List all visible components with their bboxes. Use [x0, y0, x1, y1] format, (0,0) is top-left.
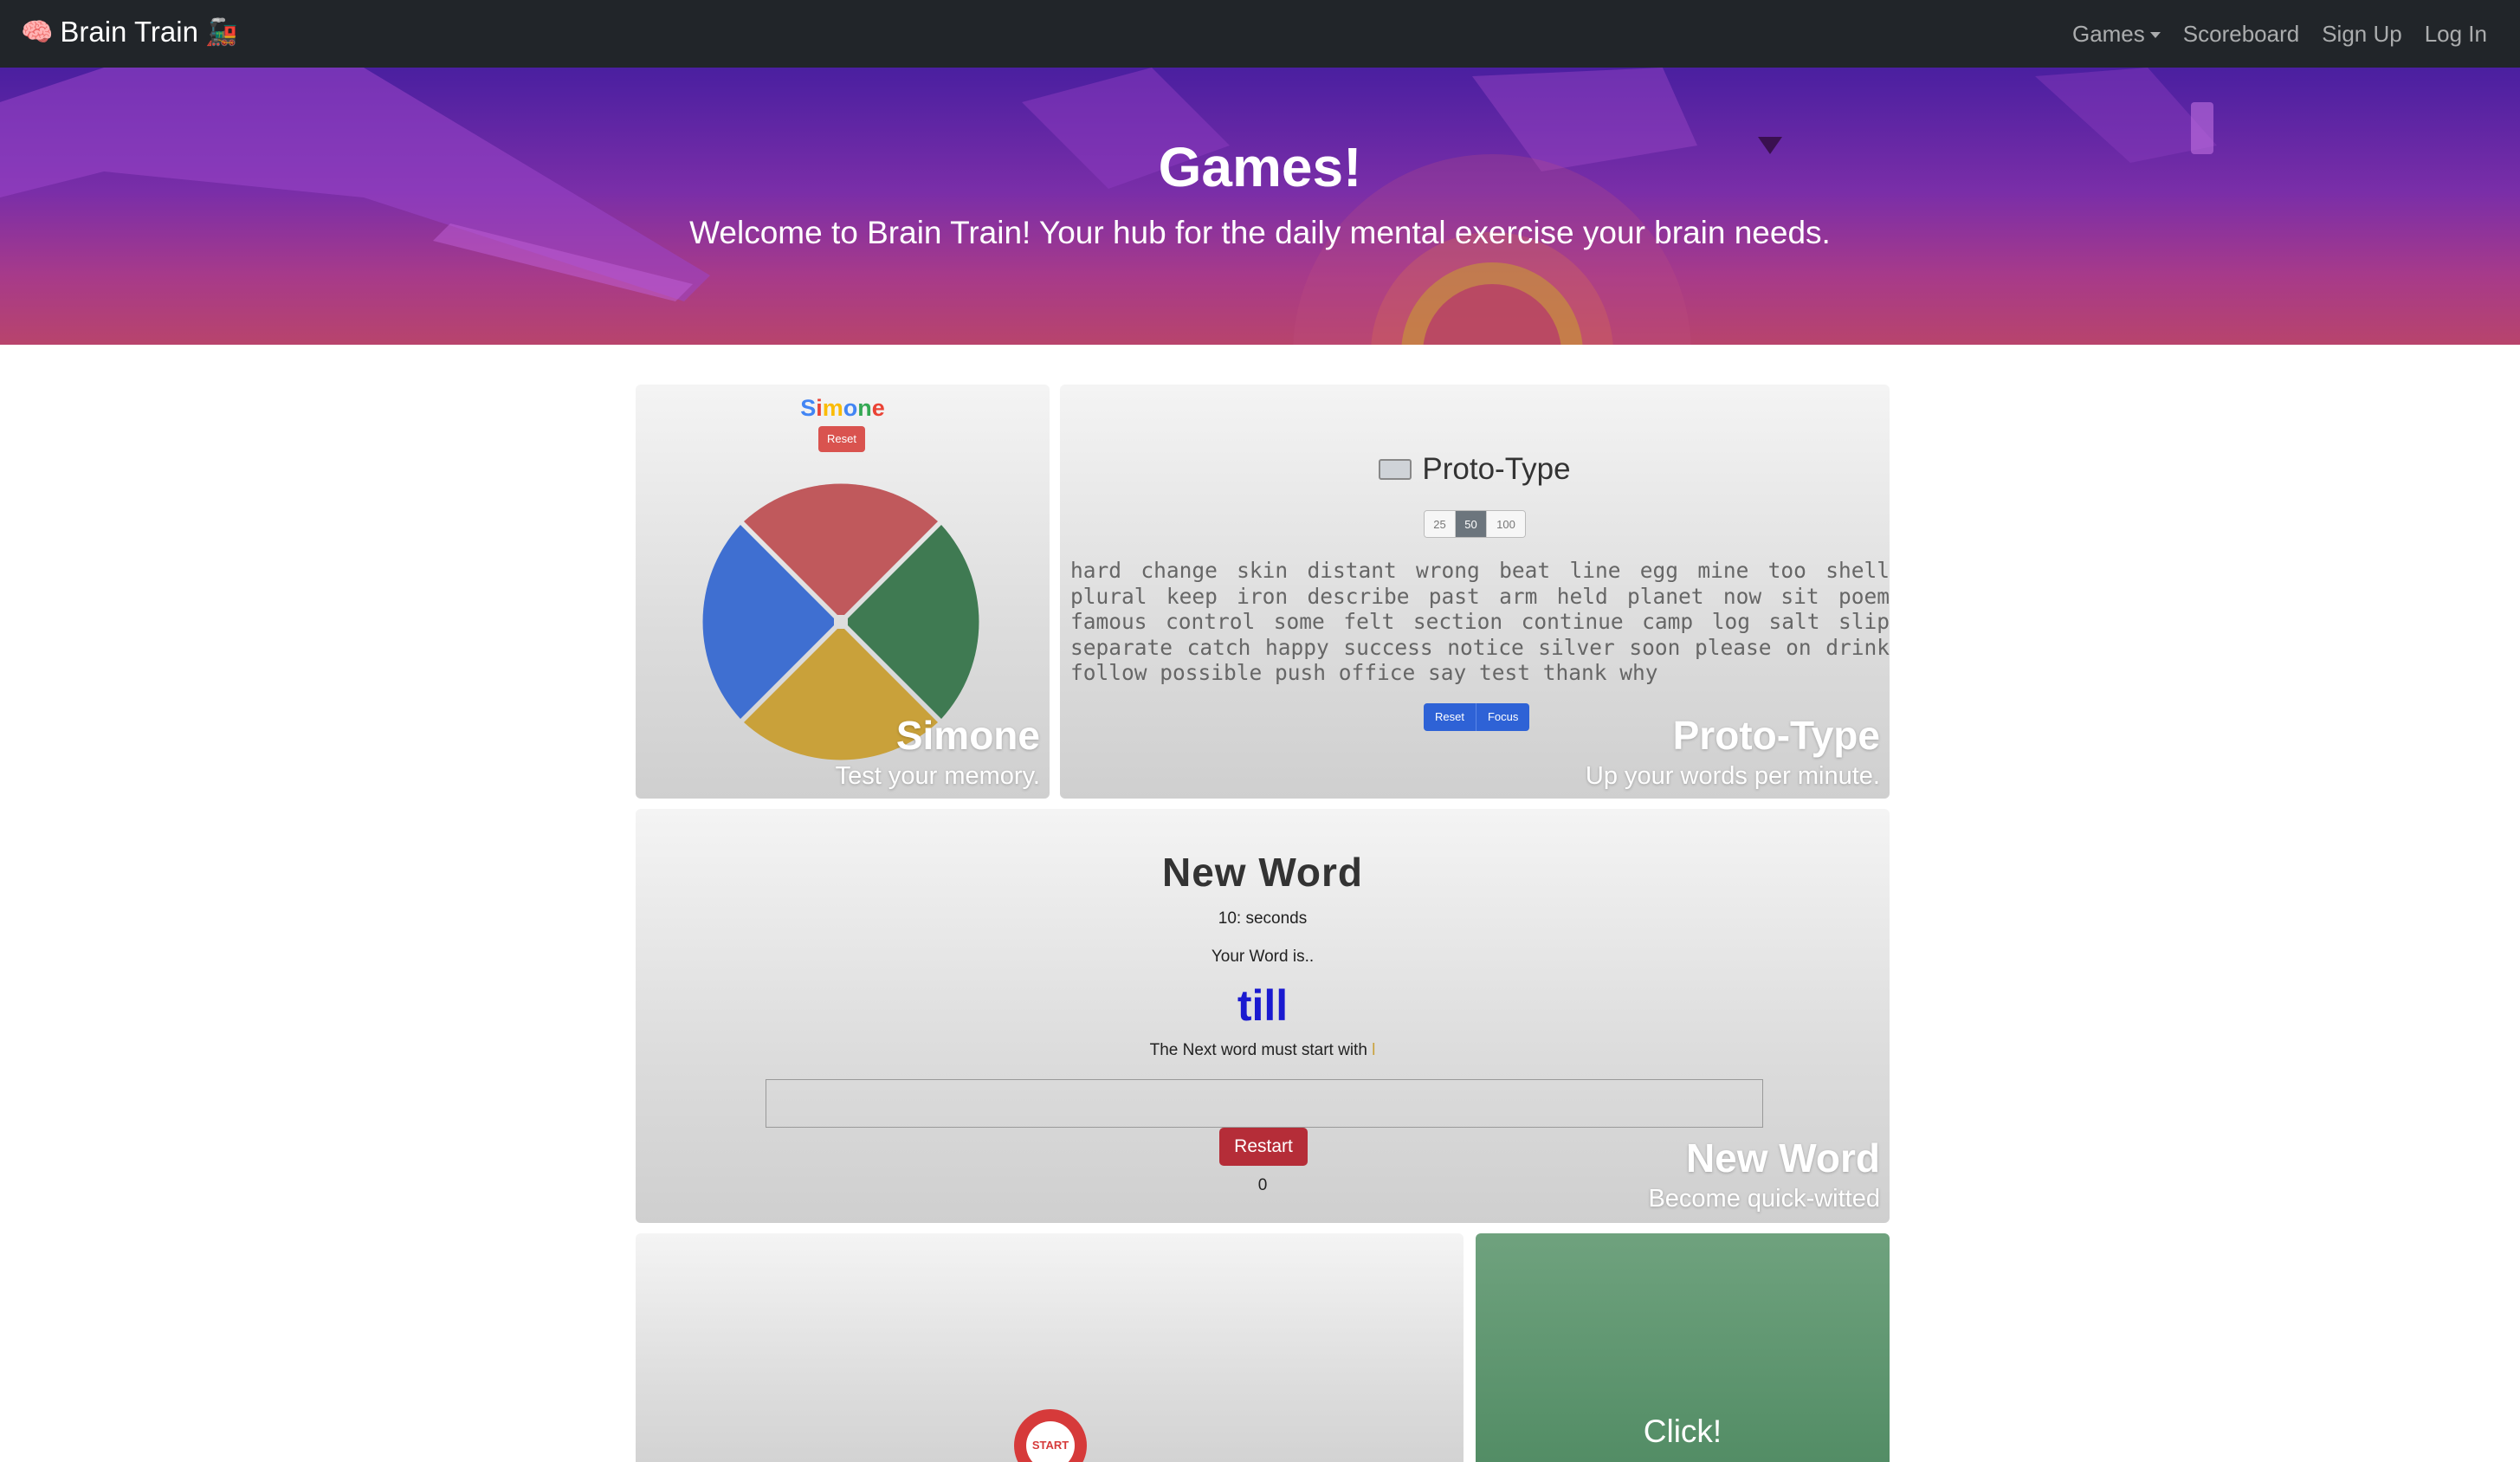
- word-line: famous control some felt section continu…: [1070, 609, 1890, 634]
- prototype-card-title: Proto-Type: [1672, 713, 1880, 758]
- brand-name: Brain Train: [60, 16, 198, 48]
- prototype-card[interactable]: Proto-Type 25 50 100 hard change skin di…: [1060, 385, 1890, 799]
- brand-link[interactable]: 🧠 Brain Train 🚂: [21, 16, 237, 49]
- word-line: plural keep iron describe past arm held …: [1070, 583, 1890, 609]
- nav-sign-up[interactable]: Sign Up: [2322, 21, 2402, 48]
- newword-card-subtitle: Become quick-witted: [1648, 1185, 1880, 1213]
- reaction-start-button[interactable]: START: [1014, 1409, 1087, 1462]
- keyboard-icon: [1379, 459, 1412, 480]
- typing-word-list[interactable]: hard change skin distant wrong beat line…: [1070, 558, 1890, 686]
- word-count-100[interactable]: 100: [1487, 511, 1525, 537]
- newword-next-hint: The Next word must start with l: [636, 1041, 1890, 1060]
- newword-input[interactable]: [766, 1079, 1763, 1128]
- prototype-focus-button[interactable]: Focus: [1475, 703, 1530, 731]
- nav-games-dropdown[interactable]: Games: [2072, 21, 2161, 48]
- brain-icon: 🧠: [21, 17, 54, 47]
- word-count-25[interactable]: 25: [1425, 511, 1456, 537]
- newword-restart-button[interactable]: Restart: [1219, 1128, 1308, 1166]
- train-icon: 🚂: [204, 17, 238, 47]
- nav-log-in[interactable]: Log In: [2425, 21, 2487, 48]
- nav-games-label: Games: [2071, 20, 2145, 47]
- simone-card-title: Simone: [895, 713, 1040, 758]
- reaction-start-label: START: [1026, 1421, 1075, 1462]
- hero-background-art: [0, 68, 2217, 345]
- prototype-card-subtitle: Up your words per minute.: [1585, 762, 1880, 790]
- nav-scoreboard[interactable]: Scoreboard: [2183, 21, 2299, 48]
- hero-title: Games!: [1158, 136, 1362, 198]
- hero-subtitle: Welcome to Brain Train! Your hub for the…: [689, 215, 1831, 250]
- prototype-controls: Reset Focus: [1424, 703, 1530, 731]
- chevron-down-icon: [2149, 32, 2161, 38]
- newword-card[interactable]: New Word 10: seconds Your Word is.. till…: [636, 809, 1890, 1223]
- newword-next-letter: l: [1372, 1041, 1376, 1059]
- click-card[interactable]: Click!: [1476, 1233, 1890, 1462]
- newword-next-hint-text: The Next word must start with: [1149, 1041, 1373, 1059]
- newword-your-word-label: Your Word is..: [1211, 948, 1315, 966]
- word-count-selector: 25 50 100: [1424, 510, 1526, 538]
- word-line: separate catch happy success notice silv…: [1070, 634, 1890, 660]
- newword-card-title: New Word: [1685, 1135, 1880, 1181]
- prototype-reset-button[interactable]: Reset: [1424, 703, 1476, 731]
- prototype-game-title: Proto-Type: [1060, 452, 1890, 487]
- newword-timer: 10: seconds: [1218, 909, 1308, 928]
- click-button-label[interactable]: Click!: [1476, 1413, 1890, 1450]
- reaction-card[interactable]: START: [636, 1233, 1464, 1462]
- prototype-title-text: Proto-Type: [1422, 452, 1571, 486]
- navbar: 🧠 Brain Train 🚂 Games Scoreboard Sign Up…: [0, 0, 2520, 68]
- simone-card[interactable]: Simone Reset Simone Test your memory.: [636, 385, 1050, 799]
- nav-links: Games Scoreboard Sign Up Log In: [2072, 0, 2487, 68]
- word-count-50[interactable]: 50: [1456, 511, 1487, 537]
- newword-game-title: New Word: [1161, 850, 1364, 895]
- word-line: follow possible push office say test tha…: [1070, 660, 1658, 685]
- word-line: hard change skin distant wrong beat line…: [1070, 558, 1890, 583]
- newword-current-word: till: [1237, 981, 1289, 1030]
- hero-banner: Games! Welcome to Brain Train! Your hub …: [0, 68, 2520, 345]
- simone-card-subtitle: Test your memory.: [835, 762, 1040, 790]
